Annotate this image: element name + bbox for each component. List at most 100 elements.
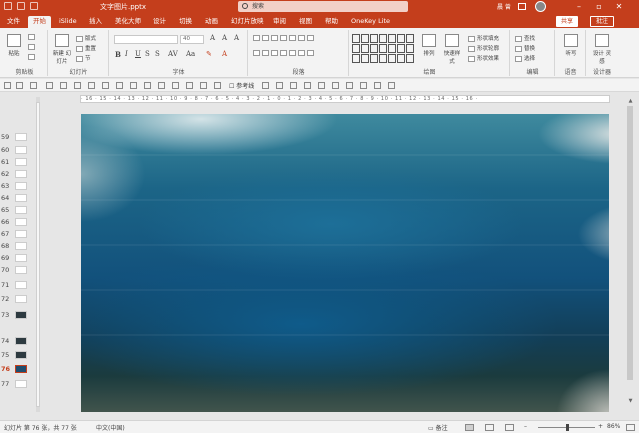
- start-slideshow-icon[interactable]: [46, 82, 53, 89]
- ribbon-display-icon[interactable]: [518, 3, 526, 10]
- clear-format-icon[interactable]: A: [234, 34, 239, 42]
- font-name-select[interactable]: [114, 35, 178, 44]
- guides-checkbox[interactable]: ☐ 参考线: [229, 81, 254, 90]
- comment-button[interactable]: 批注: [590, 16, 615, 27]
- toolbar-icon[interactable]: [102, 82, 109, 89]
- search-box[interactable]: 搜索: [238, 1, 408, 12]
- toolbar-icon[interactable]: [130, 82, 137, 89]
- toolbar-icon[interactable]: [332, 82, 339, 89]
- language-status[interactable]: 中文(中国): [96, 423, 125, 432]
- copy-icon[interactable]: [28, 44, 37, 51]
- reading-view-icon[interactable]: [505, 424, 514, 431]
- quick-styles-button[interactable]: 快速样式: [442, 34, 462, 65]
- toolbar-icon[interactable]: [172, 82, 179, 89]
- toolbar-icon[interactable]: [304, 82, 311, 89]
- tab-onekey[interactable]: OneKey Lite: [346, 16, 395, 28]
- reset-button[interactable]: 重置: [76, 44, 96, 52]
- scroll-down-icon[interactable]: ▼: [627, 398, 634, 404]
- tab-animation[interactable]: 动画: [200, 16, 223, 28]
- toolbar-icon[interactable]: [276, 82, 283, 89]
- underline-icon[interactable]: U: [135, 50, 141, 58]
- shape-fill-button[interactable]: 形状填充: [468, 34, 499, 42]
- highlight-icon[interactable]: ✎: [206, 50, 212, 58]
- maximize-icon[interactable]: ▫: [590, 0, 608, 14]
- font-size-select[interactable]: 40: [180, 35, 204, 44]
- tab-help[interactable]: 帮助: [320, 16, 343, 28]
- replace-button[interactable]: 替换: [515, 44, 535, 52]
- slide-canvas[interactable]: [81, 114, 609, 412]
- save-icon[interactable]: [4, 82, 11, 89]
- increase-font-icon[interactable]: A: [210, 34, 215, 42]
- tab-insert[interactable]: 插入: [84, 16, 107, 28]
- toolbar-icon[interactable]: [214, 82, 221, 89]
- dictate-button[interactable]: 听写: [560, 34, 582, 57]
- new-slide-button[interactable]: 新建 幻灯片: [51, 34, 73, 65]
- toolbar-icon[interactable]: [346, 82, 353, 89]
- panel-scrollbar[interactable]: [36, 97, 40, 412]
- shapes-gallery[interactable]: [352, 34, 414, 64]
- change-case-icon[interactable]: Aa: [186, 50, 195, 58]
- decrease-font-icon[interactable]: A: [222, 34, 227, 42]
- font-color-icon[interactable]: A: [222, 50, 227, 58]
- undo-icon[interactable]: [16, 82, 23, 89]
- redo-icon[interactable]: [30, 2, 38, 10]
- toolbar-icon[interactable]: [60, 82, 67, 89]
- find-button[interactable]: 查找: [515, 34, 535, 42]
- shape-outline-button[interactable]: 形状轮廓: [468, 44, 499, 52]
- account-name[interactable]: 晨 曾: [497, 2, 511, 11]
- cut-icon[interactable]: [28, 34, 37, 41]
- fit-slide-icon[interactable]: [626, 424, 635, 431]
- section-button[interactable]: 节: [76, 54, 91, 62]
- zoom-out-icon[interactable]: –: [524, 423, 527, 430]
- tab-islide[interactable]: iSlide: [54, 16, 82, 28]
- toolbar-icon[interactable]: [158, 82, 165, 89]
- design-ideas-button[interactable]: 设计 灵感: [591, 34, 613, 65]
- tab-home[interactable]: 开始: [28, 16, 51, 28]
- zoom-level[interactable]: 86%: [607, 423, 620, 430]
- bullets-icon[interactable]: [253, 35, 316, 42]
- undo-icon[interactable]: [17, 2, 25, 10]
- toolbar-icon[interactable]: [374, 82, 381, 89]
- arrange-button[interactable]: 排列: [420, 34, 438, 57]
- zoom-slider-handle[interactable]: [566, 424, 569, 431]
- toolbar-icon[interactable]: [262, 82, 269, 89]
- toolbar-icon[interactable]: [360, 82, 367, 89]
- toolbar-icon[interactable]: [290, 82, 297, 89]
- avatar[interactable]: [535, 1, 546, 12]
- scroll-thumb[interactable]: [627, 106, 633, 380]
- tab-review[interactable]: 审阅: [268, 16, 291, 28]
- char-spacing-icon[interactable]: AV: [168, 50, 178, 58]
- scroll-up-icon[interactable]: ▲: [627, 98, 634, 104]
- toolbar-icon[interactable]: [88, 82, 95, 89]
- normal-view-icon[interactable]: [465, 424, 474, 431]
- align-icon[interactable]: [253, 50, 316, 57]
- tab-slideshow[interactable]: 幻灯片放映: [226, 16, 269, 28]
- redo-icon[interactable]: [30, 82, 37, 89]
- save-icon[interactable]: [4, 2, 12, 10]
- toolbar-icon[interactable]: [318, 82, 325, 89]
- tab-file[interactable]: 文件: [2, 16, 25, 28]
- notes-button[interactable]: ▭ 备注: [428, 423, 448, 432]
- toolbar-icon[interactable]: [116, 82, 123, 89]
- format-painter-icon[interactable]: [28, 54, 37, 61]
- share-button[interactable]: 共享: [556, 16, 579, 27]
- tab-view[interactable]: 视图: [294, 16, 317, 28]
- strikethrough-icon[interactable]: S: [145, 50, 150, 58]
- zoom-in-icon[interactable]: +: [598, 423, 603, 430]
- layout-button[interactable]: 版式: [76, 34, 96, 42]
- toolbar-icon[interactable]: [388, 82, 395, 89]
- minimize-icon[interactable]: –: [570, 0, 588, 14]
- toolbar-icon[interactable]: [186, 82, 193, 89]
- shape-effects-button[interactable]: 形状效果: [468, 54, 499, 62]
- select-button[interactable]: 选择: [515, 54, 535, 62]
- paste-button[interactable]: 粘贴: [5, 34, 23, 57]
- vertical-scrollbar[interactable]: ▲ ▼: [626, 98, 635, 416]
- tab-beautify[interactable]: 美化大师: [110, 16, 146, 28]
- close-icon[interactable]: ✕: [610, 0, 628, 14]
- shadow-icon[interactable]: S: [155, 50, 160, 58]
- toolbar-icon[interactable]: [200, 82, 207, 89]
- tab-transition[interactable]: 切换: [174, 16, 197, 28]
- tab-design[interactable]: 设计: [148, 16, 171, 28]
- toolbar-icon[interactable]: [74, 82, 81, 89]
- italic-icon[interactable]: I: [125, 50, 128, 58]
